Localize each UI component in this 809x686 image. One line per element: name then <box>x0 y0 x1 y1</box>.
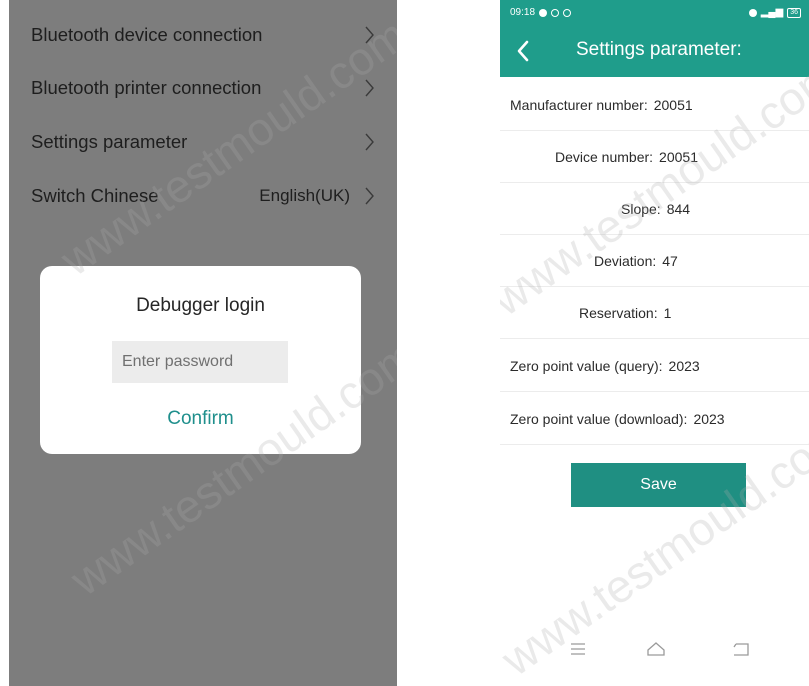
right-phone-screen: 09:18 ▂▄▆ 36 Settings parameter: Manufac… <box>500 0 809 686</box>
menu-item-label: Bluetooth device connection <box>31 23 263 45</box>
menu-item-label: Switch Chinese <box>31 184 159 206</box>
param-row-deviation: Deviation: 47 <box>500 235 809 287</box>
home-icon[interactable] <box>645 638 667 660</box>
menu-item-label: Bluetooth printer connection <box>31 76 262 98</box>
status-bar: 09:18 ▂▄▆ 36 <box>500 0 809 25</box>
param-value[interactable]: 47 <box>662 253 678 269</box>
battery-icon: 36 <box>787 7 801 18</box>
param-value[interactable]: 20051 <box>659 149 698 165</box>
param-label: Zero point value (query): <box>510 357 663 374</box>
language-value: English(UK) <box>259 185 350 205</box>
chevron-right-icon <box>365 26 374 43</box>
chevron-right-icon <box>365 187 374 204</box>
param-label: Device number: <box>555 148 654 165</box>
menu-item-switch-chinese[interactable]: Switch Chinese English(UK) <box>9 169 397 222</box>
back-arrow-icon[interactable] <box>512 39 536 63</box>
param-label: Zero point value (download): <box>510 410 688 427</box>
menu-item-bluetooth-device[interactable]: Bluetooth device connection <box>9 8 397 61</box>
param-row-device: Device number: 20051 <box>500 131 809 183</box>
alarm-icon <box>748 8 757 17</box>
param-label: Slope: <box>621 200 661 217</box>
param-label: Reservation: <box>579 304 658 321</box>
notification-icon <box>551 8 560 17</box>
param-row-slope: Slope: 844 <box>500 183 809 235</box>
status-time: 09:18 <box>510 7 536 18</box>
param-value[interactable]: 2023 <box>669 358 700 374</box>
save-button[interactable]: Save <box>571 463 746 507</box>
param-label: Deviation: <box>594 252 657 269</box>
dialog-title: Debugger login <box>136 295 265 316</box>
system-nav-bar <box>500 630 809 670</box>
signal-icon: ▂▄▆ <box>760 7 784 18</box>
param-row-zero-download: Zero point value (download): 2023 <box>500 393 809 445</box>
left-phone-screen: Bluetooth device connection Bluetooth pr… <box>9 0 397 686</box>
menu-item-label: Settings parameter <box>31 130 188 152</box>
confirm-button[interactable]: Confirm <box>40 408 361 430</box>
param-value[interactable]: 1 <box>664 305 672 321</box>
chevron-right-icon <box>365 79 374 96</box>
chevron-right-icon <box>365 133 374 150</box>
menu-item-bluetooth-printer[interactable]: Bluetooth printer connection <box>9 61 397 114</box>
param-row-reservation: Reservation: 1 <box>500 287 809 339</box>
page-title: Settings parameter: <box>576 39 742 60</box>
param-value[interactable]: 2023 <box>693 411 724 427</box>
notification-icon <box>563 8 572 17</box>
notification-icon <box>539 8 548 17</box>
menu-item-settings-parameter[interactable]: Settings parameter <box>9 115 397 168</box>
param-value[interactable]: 20051 <box>654 97 693 113</box>
password-input[interactable] <box>112 341 288 383</box>
param-label: Manufacturer number: <box>510 96 648 113</box>
menu-icon[interactable] <box>567 638 589 660</box>
param-row-manufacturer: Manufacturer number: 20051 <box>500 79 809 131</box>
back-icon[interactable] <box>730 638 752 660</box>
debugger-login-dialog: Debugger login Confirm <box>40 266 361 454</box>
param-value[interactable]: 844 <box>667 201 690 217</box>
app-bar: Settings parameter: <box>500 25 809 77</box>
param-row-zero-query: Zero point value (query): 2023 <box>500 340 809 392</box>
